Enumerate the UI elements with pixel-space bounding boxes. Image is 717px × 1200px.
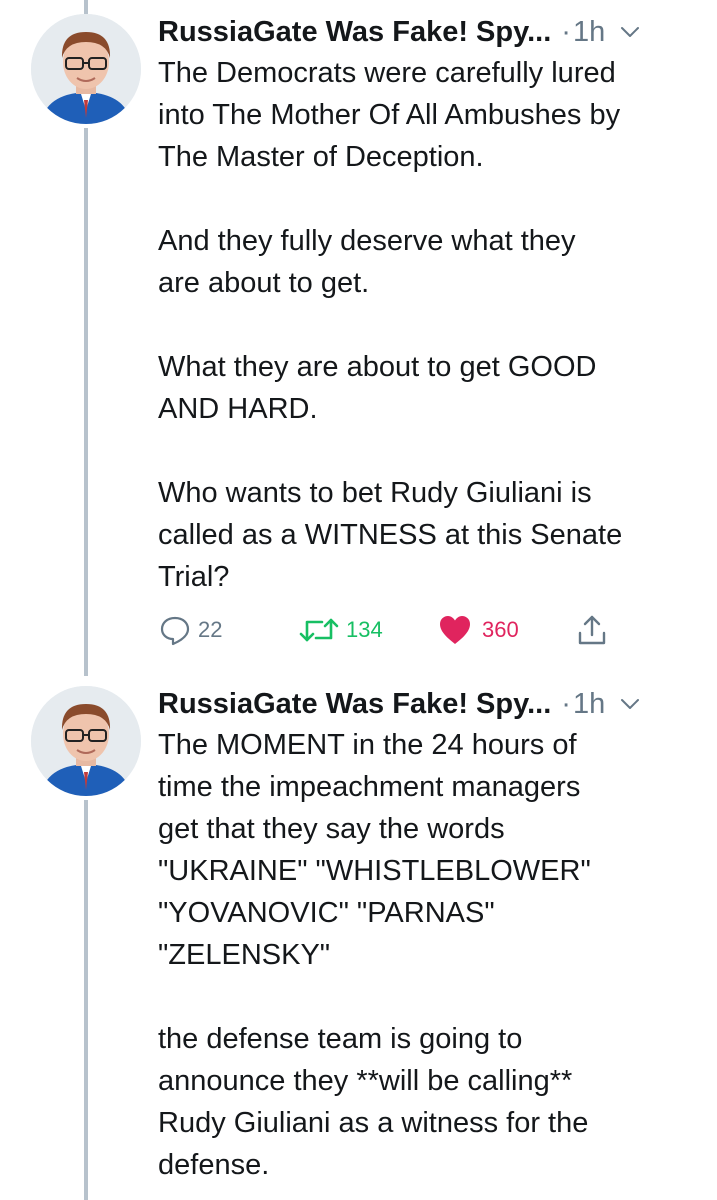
tweet-text: The Democrats were carefully lured into … [158, 57, 623, 593]
chevron-down-icon[interactable] [619, 693, 641, 715]
tweet[interactable]: RussiaGate Was Fake! Spy... · 1h The MOM… [0, 684, 717, 1200]
retweet-button[interactable]: 134 [298, 610, 383, 650]
reply-icon [160, 616, 190, 646]
separator: · [561, 15, 571, 48]
author-name[interactable]: RussiaGate Was Fake! Spy... [158, 688, 551, 721]
heart-icon [440, 616, 470, 644]
reply-button[interactable]: 22 [158, 610, 222, 650]
retweet-count: 134 [346, 617, 383, 642]
like-button[interactable]: 360 [438, 610, 519, 650]
avatar[interactable] [31, 686, 141, 796]
avatar[interactable] [31, 14, 141, 124]
reply-count: 22 [198, 617, 223, 642]
separator: · [561, 687, 571, 720]
author-name[interactable]: RussiaGate Was Fake! Spy... [158, 16, 551, 49]
tweet-header: RussiaGate Was Fake! Spy... · 1h [158, 12, 698, 52]
tweet-actions: 22 134 360 [158, 610, 678, 650]
share-icon [578, 615, 606, 645]
chevron-down-icon[interactable] [619, 21, 641, 43]
timestamp[interactable]: 1h [573, 16, 605, 49]
tweet-header: RussiaGate Was Fake! Spy... · 1h [158, 684, 698, 724]
retweet-icon [299, 618, 339, 642]
like-count: 360 [482, 617, 519, 642]
share-button[interactable] [576, 610, 608, 650]
timestamp[interactable]: 1h [573, 688, 605, 721]
tweet-text: The MOMENT in the 24 hours of time the i… [158, 729, 591, 1181]
tweet[interactable]: RussiaGate Was Fake! Spy... · 1h The Dem… [0, 12, 717, 672]
